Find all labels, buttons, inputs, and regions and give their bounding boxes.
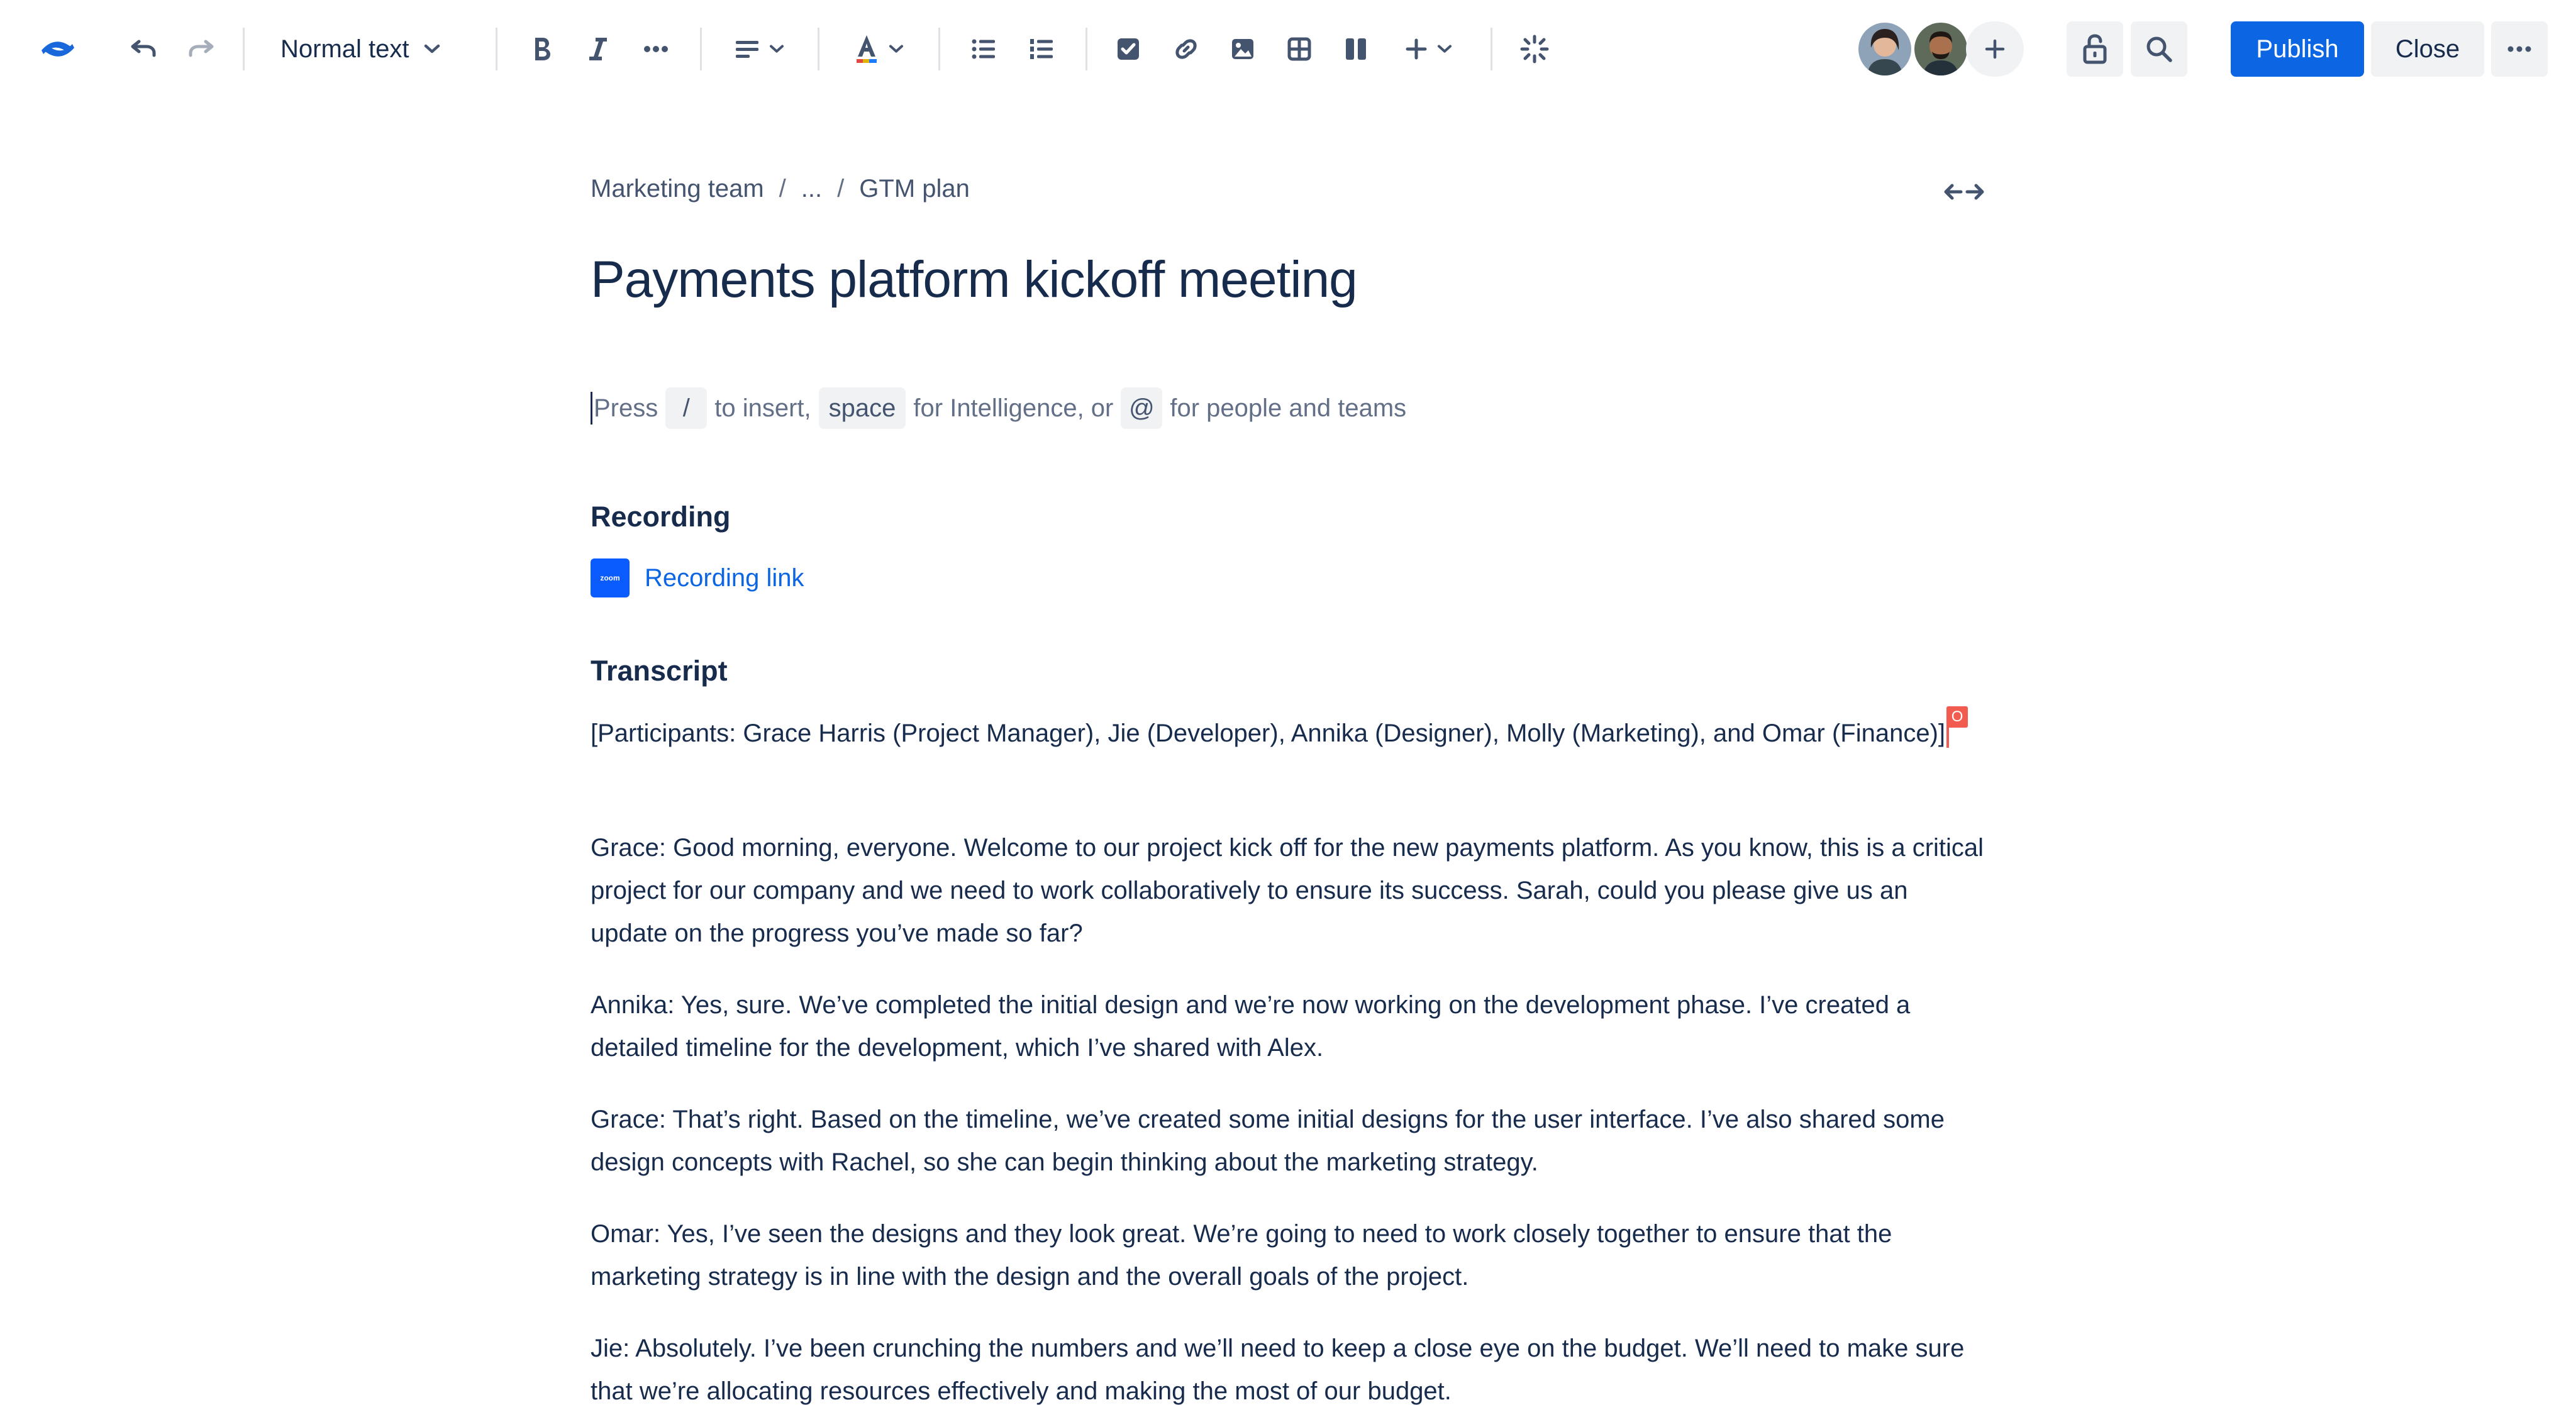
- breadcrumb-separator: /: [779, 175, 786, 203]
- layout-columns-icon[interactable]: [1333, 21, 1379, 77]
- text-caret: [591, 392, 592, 425]
- page-title[interactable]: Payments platform kickoff meeting: [591, 250, 1358, 309]
- bullet-list-icon[interactable]: [961, 21, 1006, 77]
- unlock-icon: [2082, 34, 2107, 64]
- toolbar-divider: [1491, 28, 1492, 70]
- collaborator-avatar[interactable]: [1911, 19, 1970, 79]
- link-icon[interactable]: [1163, 21, 1209, 77]
- table-icon[interactable]: [1277, 21, 1322, 77]
- text-style-label: Normal text: [280, 35, 409, 63]
- confluence-logo-icon[interactable]: [35, 21, 80, 77]
- expand-width-icon: [1943, 182, 1985, 204]
- close-button[interactable]: Close: [2371, 21, 2484, 77]
- slash-key-badge: /: [665, 387, 708, 429]
- breadcrumb: Marketing team / ... / GTM plan: [591, 175, 970, 203]
- recording-link[interactable]: zoom Recording link: [591, 558, 804, 597]
- hint-to-insert: to insert,: [714, 394, 811, 422]
- italic-icon[interactable]: [576, 21, 620, 77]
- publish-button[interactable]: Publish: [2231, 21, 2364, 77]
- collaborator-cursor: O: [1946, 706, 1968, 748]
- toolbar-divider: [1085, 28, 1087, 70]
- transcript-heading: Transcript: [591, 655, 728, 687]
- at-key-badge: @: [1121, 387, 1163, 429]
- search-icon: [2145, 35, 2173, 63]
- page-width-toggle[interactable]: [1942, 177, 1986, 209]
- chevron-down-icon: [1436, 43, 1453, 55]
- editor-toolbar: Normal text Publish Close: [0, 0, 2576, 98]
- hint-people: for people and teams: [1170, 394, 1407, 422]
- hint-intelligence: for Intelligence, or: [913, 394, 1114, 422]
- image-icon[interactable]: [1220, 21, 1265, 77]
- more-icon: [2507, 46, 2531, 52]
- collaborator-avatar[interactable]: [1855, 19, 1914, 79]
- zoom-logo-icon: zoom: [591, 558, 630, 597]
- breadcrumb-item-ellipsis[interactable]: ...: [801, 175, 822, 203]
- align-left-icon: [735, 39, 760, 59]
- add-collaborator-button[interactable]: [1966, 21, 2024, 77]
- recording-link-label[interactable]: Recording link: [645, 564, 804, 592]
- alignment-dropdown[interactable]: [722, 21, 797, 77]
- participants-text: [Participants: Grace Harris (Project Man…: [591, 719, 1946, 747]
- chevron-down-icon: [888, 43, 904, 55]
- text-style-dropdown[interactable]: Normal text: [270, 21, 465, 77]
- transcript-paragraph[interactable]: Jie: Absolutely. I’ve been crunching the…: [591, 1327, 1988, 1405]
- numbered-list-icon[interactable]: [1019, 21, 1064, 77]
- transcript-paragraph[interactable]: Annika: Yes, sure. We’ve completed the i…: [591, 984, 1988, 1069]
- toolbar-divider: [938, 28, 940, 70]
- plus-icon: [1405, 38, 1428, 60]
- redo-icon[interactable]: [180, 21, 221, 77]
- collaborator-cursor-label: O: [1946, 706, 1968, 728]
- insert-dropdown[interactable]: [1394, 21, 1464, 77]
- toolbar-divider: [243, 28, 245, 70]
- editor-placeholder[interactable]: Press / to insert, space for Intelligenc…: [591, 386, 1406, 430]
- transcript-paragraph[interactable]: Omar: Yes, I’ve seen the designs and the…: [591, 1213, 1988, 1298]
- toolbar-divider: [700, 28, 702, 70]
- restrictions-button[interactable]: [2067, 21, 2123, 77]
- action-item-icon[interactable]: [1106, 21, 1151, 77]
- more-formatting-icon[interactable]: [634, 21, 678, 77]
- find-replace-button[interactable]: [2131, 21, 2187, 77]
- space-key-badge: space: [818, 387, 906, 429]
- bold-icon[interactable]: [519, 21, 564, 77]
- breadcrumb-separator: /: [837, 175, 845, 203]
- hint-press: Press: [594, 394, 658, 422]
- more-actions-button[interactable]: [2491, 21, 2548, 77]
- breadcrumb-item-space[interactable]: Marketing team: [591, 175, 764, 203]
- breadcrumb-item-parent[interactable]: GTM plan: [859, 175, 970, 203]
- chevron-down-icon: [769, 43, 785, 55]
- recording-heading: Recording: [591, 501, 731, 533]
- toolbar-divider: [818, 28, 819, 70]
- transcript-paragraph[interactable]: Grace: Good morning, everyone. Welcome t…: [591, 826, 1988, 955]
- ai-sparkle-icon[interactable]: [1512, 21, 1557, 77]
- transcript-paragraph[interactable]: Grace: That’s right. Based on the timeli…: [591, 1098, 1988, 1184]
- text-color-icon: [854, 34, 879, 64]
- transcript-participants[interactable]: [Participants: Grace Harris (Project Man…: [591, 706, 1988, 755]
- text-color-dropdown[interactable]: [841, 21, 917, 77]
- toolbar-divider: [496, 28, 497, 70]
- undo-icon[interactable]: [123, 21, 165, 77]
- chevron-down-icon: [423, 43, 441, 55]
